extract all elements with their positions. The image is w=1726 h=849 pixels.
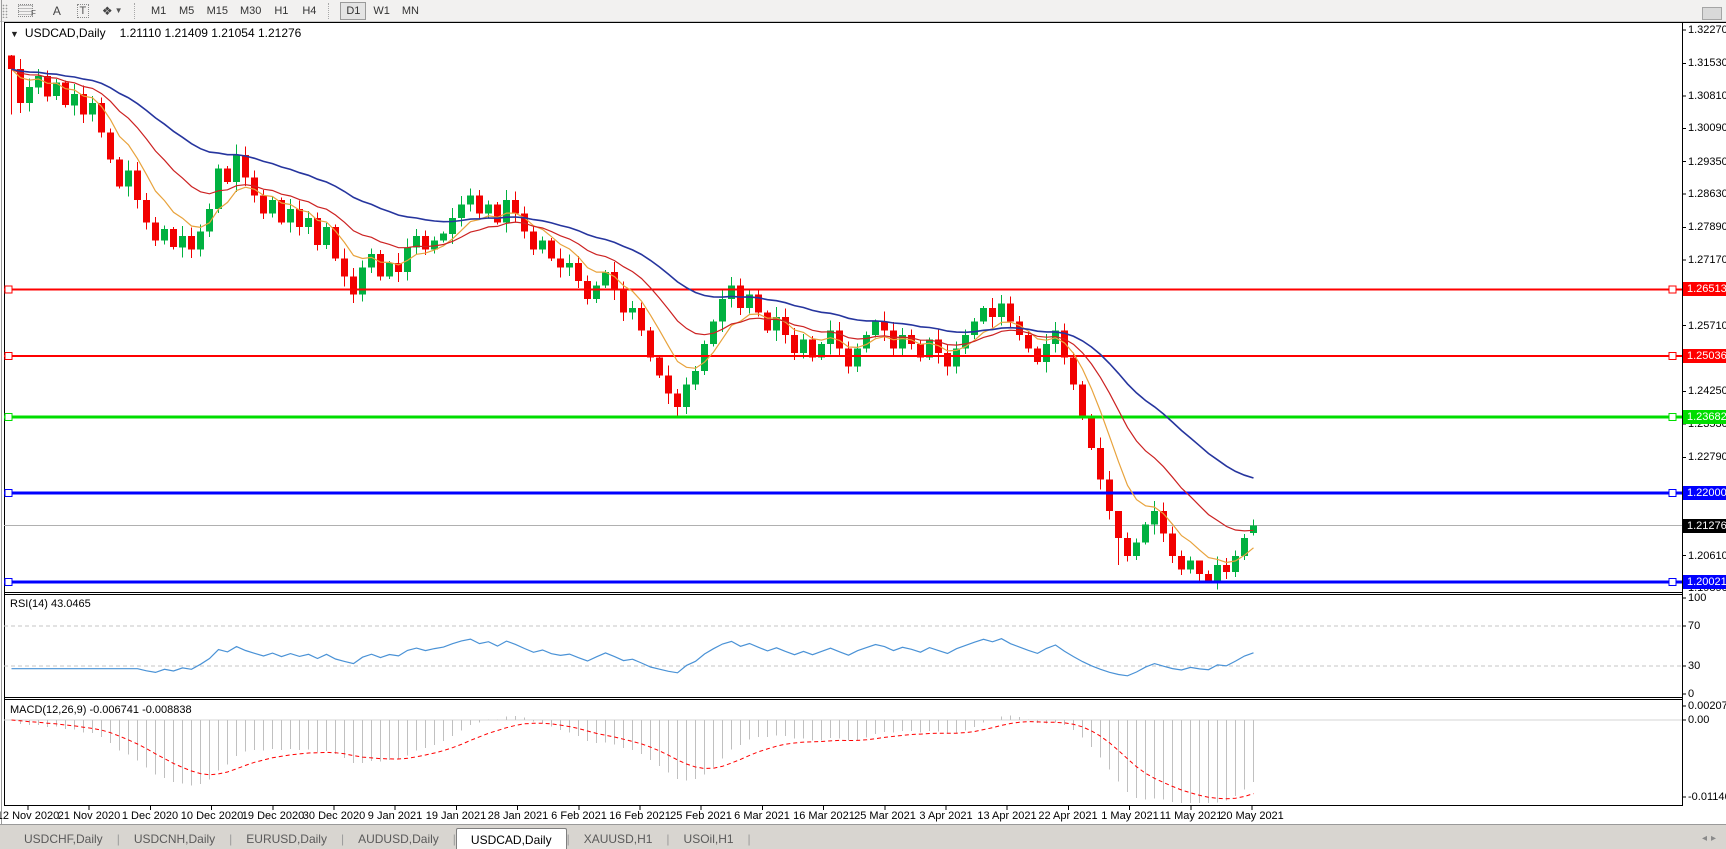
price-line-badge-1.22000: 1.22000 — [1683, 486, 1726, 500]
date-axis-label: 30 Dec 2020 — [302, 810, 366, 822]
date-axis-label: 25 Mar 2021 — [854, 810, 916, 822]
price-axis-label: 1.25710 — [1688, 320, 1726, 332]
chart-tabbar: USDCHF,Daily | USDCNH,Daily | EURUSD,Daily | A… — [0, 824, 1726, 849]
current-price-badge: 1.21276 — [1683, 519, 1726, 533]
date-axis-label: 12 Nov 2020 — [0, 810, 60, 822]
date-axis-label: 21 Nov 2020 — [57, 810, 121, 822]
price-axis-label: 1.27890 — [1688, 221, 1726, 233]
price-line-badge-1.20021: 1.20021 — [1683, 575, 1726, 589]
rsi-axis-label: 100 — [1688, 592, 1707, 604]
chart-tab-xauusd[interactable]: XAUUSD,H1 — [570, 830, 667, 848]
price-axis-label: 1.27170 — [1688, 254, 1726, 266]
tab-scroll-left-icon[interactable]: ◂ — [1702, 833, 1711, 844]
price-axis-label: 1.30090 — [1688, 122, 1726, 134]
horizontal-line-1.26513[interactable] — [4, 285, 1682, 294]
date-axis-label: 16 Mar 2021 — [793, 810, 855, 822]
date-axis-label: 19 Jan 2021 — [425, 810, 487, 822]
date-axis-label: 1 Dec 2020 — [121, 810, 179, 822]
mt4-window: { "toolbar": { "tools": [ {"id": "fibona… — [0, 0, 1726, 849]
macd-axis-label: 0.002074 — [1688, 700, 1726, 712]
price-line-badge-1.25036: 1.25036 — [1683, 349, 1726, 363]
rsi-axis-label: 70 — [1688, 620, 1701, 632]
date-axis-label: 1 May 2021 — [1101, 810, 1159, 822]
price-axis-label: 1.22790 — [1688, 451, 1726, 463]
price-axis-label: 1.31530 — [1688, 57, 1726, 69]
chart-symbol-label: USDCAD,Daily — [24, 26, 106, 40]
tab-separator: | — [747, 832, 751, 846]
ma-mid-line — [11, 68, 1254, 532]
chart-tab-usdcad[interactable]: USDCAD,Daily — [455, 828, 567, 849]
horizontal-line-1.22000[interactable] — [4, 488, 1682, 497]
price-axis-label: 1.30810 — [1688, 90, 1726, 102]
date-axis-label: 19 Dec 2020 — [241, 810, 305, 822]
chart-tab-usdcnh[interactable]: USDCNH,Daily — [120, 830, 229, 848]
date-axis-label: 11 May 2021 — [1159, 810, 1223, 822]
price-axis-label: 1.32270 — [1688, 24, 1726, 36]
chart-ohlc-values: 1.21110 1.21409 1.21054 1.21276 — [119, 26, 302, 40]
price-axis-label: 1.20610 — [1688, 550, 1726, 562]
date-axis-label: 13 Apr 2021 — [977, 810, 1037, 822]
macd-axis-label: 0.00 — [1688, 714, 1710, 726]
candles-series — [8, 54, 1257, 590]
date-axis-label: 28 Jan 2021 — [487, 810, 549, 822]
chart-tab-usoil[interactable]: USOil,H1 — [670, 830, 748, 848]
date-axis-label: 10 Dec 2020 — [180, 810, 244, 822]
chart-tab-usdchf[interactable]: USDCHF,Daily — [10, 830, 117, 848]
date-axis-label: 3 Apr 2021 — [919, 810, 973, 822]
date-axis-label: 6 Mar 2021 — [734, 810, 790, 822]
chart-canvas[interactable] — [0, 0, 1726, 849]
rsi-axis-label: 30 — [1688, 660, 1701, 672]
horizontal-line-1.25036[interactable] — [4, 352, 1682, 361]
rsi-line — [11, 638, 1254, 677]
chart-tab-audusd[interactable]: AUDUSD,Daily — [344, 830, 453, 848]
horizontal-line-1.23682[interactable] — [4, 413, 1682, 422]
date-axis-label: 22 Apr 2021 — [1038, 810, 1098, 822]
tab-scroll-arrows[interactable]: ◂▸ — [1702, 833, 1720, 844]
macd-axis-label: -0.011462 — [1688, 791, 1726, 803]
rsi-axis-label: 0 — [1688, 688, 1695, 700]
horizontal-line-1.20021[interactable] — [4, 578, 1682, 587]
date-axis-label: 9 Jan 2021 — [367, 810, 423, 822]
chart-tab-eurusd[interactable]: EURUSD,Daily — [232, 830, 341, 848]
tab-scroll-right-icon[interactable]: ▸ — [1711, 833, 1720, 844]
price-axis-label: 1.24250 — [1688, 385, 1726, 397]
price-axis-label: 1.29350 — [1688, 156, 1726, 168]
price-line-badge-1.23682: 1.23682 — [1683, 410, 1726, 424]
date-axis-label: 6 Feb 2021 — [551, 810, 607, 822]
macd-histogram — [20, 715, 1254, 803]
price-axis-label: 1.28630 — [1688, 188, 1726, 200]
date-axis-label: 20 May 2021 — [1220, 810, 1284, 822]
date-axis-label: 25 Feb 2021 — [670, 810, 732, 822]
collapse-icon[interactable]: ▼ — [10, 29, 19, 39]
macd-indicator-label: MACD(12,26,9) -0.006741 -0.008838 — [10, 704, 192, 716]
date-axis-label: 16 Feb 2021 — [609, 810, 671, 822]
rsi-indicator-label: RSI(14) 43.0465 — [10, 598, 91, 610]
chart-title: ▼ USDCAD,Daily 1.21110 1.21409 1.21054 1.2… — [10, 26, 301, 40]
price-line-badge-1.26513: 1.26513 — [1683, 282, 1726, 296]
